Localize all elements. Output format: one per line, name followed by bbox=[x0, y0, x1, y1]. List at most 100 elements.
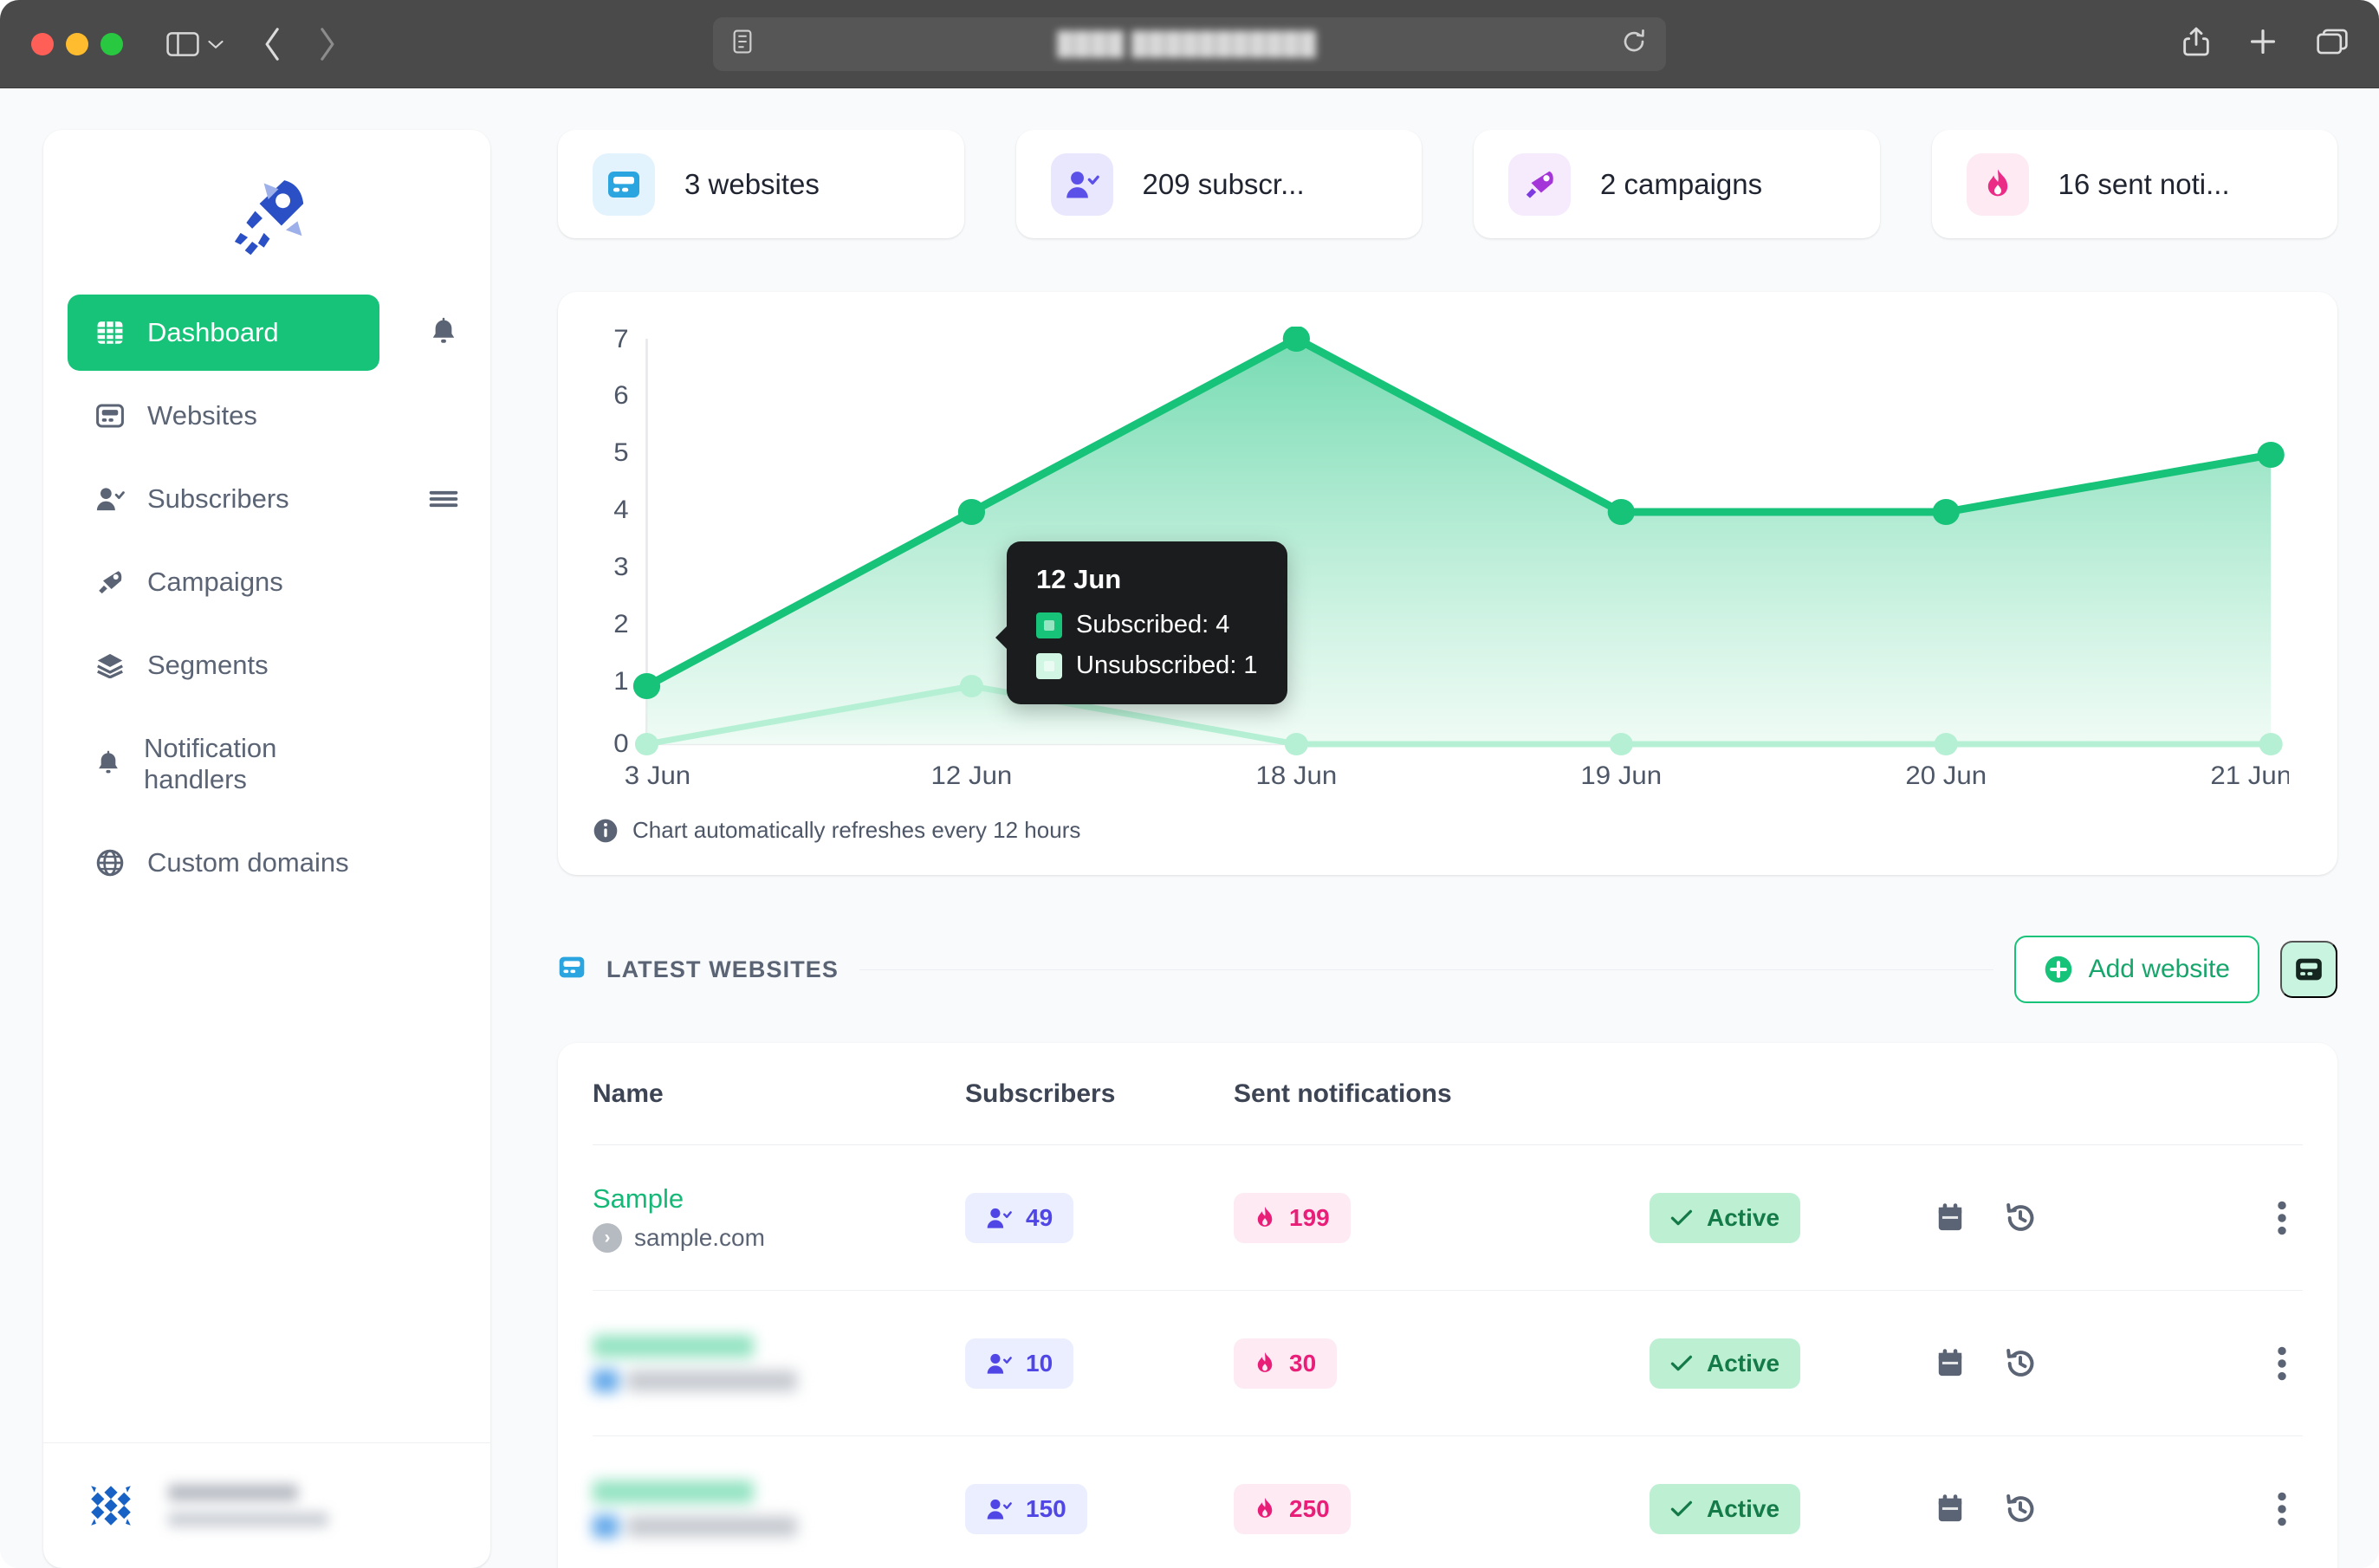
window-traffic-lights bbox=[31, 32, 123, 55]
table-row[interactable]: Sample › sample.com 49 199 Active bbox=[593, 1145, 2303, 1291]
sidebar-item-dashboard[interactable]: Dashboard bbox=[68, 295, 379, 371]
sidebar-row-websites: Websites bbox=[68, 378, 466, 454]
minimize-window-button[interactable] bbox=[66, 32, 88, 55]
website-url-text: sample.com bbox=[634, 1223, 765, 1251]
chevron-left-icon bbox=[265, 27, 279, 61]
stat-card-subscribers[interactable]: 209 subscr... bbox=[1015, 130, 1422, 238]
subscribers-cell: 10 bbox=[965, 1338, 1234, 1389]
forward-button[interactable] bbox=[317, 27, 336, 61]
share-button[interactable] bbox=[2183, 27, 2209, 61]
user-check-icon bbox=[987, 1208, 1012, 1228]
sidebar-row-subscribers: Subscribers bbox=[68, 461, 466, 537]
sent-count: 30 bbox=[1289, 1349, 1317, 1377]
website-name-cell bbox=[593, 1334, 965, 1392]
globe-icon bbox=[95, 848, 125, 878]
websites-view-button[interactable] bbox=[2280, 941, 2337, 998]
website-name-cell: Sample › sample.com bbox=[593, 1183, 965, 1253]
reader-view-icon[interactable] bbox=[732, 29, 753, 58]
subscribers-cell: 150 bbox=[965, 1483, 1234, 1534]
sidebar-row-campaigns: Campaigns bbox=[68, 544, 466, 620]
stat-label: 2 campaigns bbox=[1600, 167, 1763, 200]
tooltip-row-label: Subscribed: 4 bbox=[1076, 611, 1230, 638]
sidebar-item-label: Segments bbox=[147, 650, 269, 680]
sidebar-user-name bbox=[168, 1484, 328, 1527]
stat-card-websites[interactable]: 3 websites bbox=[558, 130, 964, 238]
address-bar[interactable]: ████ ███████████ bbox=[713, 16, 1666, 71]
table-body: Sample › sample.com 49 199 Active 10 30 … bbox=[593, 1145, 2303, 1568]
svg-text:5: 5 bbox=[613, 438, 628, 467]
sidebar-item-campaigns[interactable]: Campaigns bbox=[68, 544, 379, 620]
main-content: 3 websites 209 subscr... 2 campaigns 16 … bbox=[490, 130, 2379, 1568]
close-window-button[interactable] bbox=[31, 32, 54, 55]
tab-overview-button[interactable] bbox=[2317, 29, 2348, 59]
sidebar-item-segments[interactable]: Segments bbox=[68, 627, 379, 703]
add-website-label: Add website bbox=[2088, 955, 2230, 983]
sidebar-item-custom-domains[interactable]: Custom domains bbox=[68, 825, 379, 901]
status-cell: Active bbox=[1650, 1338, 1935, 1389]
more-vertical-icon[interactable] bbox=[2275, 1492, 2289, 1526]
sidebar-item-label: Subscribers bbox=[147, 483, 289, 514]
website-name-link[interactable]: Sample bbox=[593, 1183, 965, 1215]
sidebar-user-card[interactable] bbox=[43, 1442, 490, 1568]
row-actions bbox=[1935, 1348, 2161, 1379]
tooltip-row-unsubscribed: Unsubscribed: 1 bbox=[1036, 651, 1258, 680]
status-label: Active bbox=[1707, 1349, 1780, 1377]
sidebar-row-notification-handlers: Notification handlers bbox=[68, 710, 466, 818]
back-button[interactable] bbox=[263, 27, 282, 61]
more-vertical-icon[interactable] bbox=[2275, 1346, 2289, 1381]
add-website-button[interactable]: Add website bbox=[2013, 936, 2259, 1003]
latest-websites-header: LATEST WEBSITES Add website bbox=[558, 936, 2337, 1003]
table-row[interactable]: 10 30 Active bbox=[593, 1291, 2303, 1436]
sent-cell: 199 bbox=[1234, 1192, 1650, 1243]
maximize-window-button[interactable] bbox=[100, 32, 123, 55]
stat-card-campaigns[interactable]: 2 campaigns bbox=[1474, 130, 1880, 238]
sidebar-item-websites[interactable]: Websites bbox=[68, 378, 379, 454]
calendar-icon[interactable] bbox=[1935, 1202, 1965, 1234]
legend-swatch-unsubscribed bbox=[1036, 652, 1062, 679]
area-chart: 7 6 5 4 3 2 1 0 3 Jun 12 Jun 18 Jun 19 J… bbox=[613, 327, 2289, 790]
svg-text:2: 2 bbox=[613, 610, 628, 638]
subscribers-list-button[interactable] bbox=[425, 480, 463, 518]
calendar-icon[interactable] bbox=[1935, 1493, 1965, 1525]
stat-label: 209 subscr... bbox=[1142, 167, 1305, 200]
sidebar-icon bbox=[166, 31, 199, 56]
calendar-icon[interactable] bbox=[1935, 1348, 1965, 1379]
history-icon[interactable] bbox=[2005, 1202, 2036, 1234]
sent-count: 199 bbox=[1289, 1203, 1330, 1231]
sidebar-item-subscribers[interactable]: Subscribers bbox=[68, 461, 379, 537]
sidebar-item-label: Dashboard bbox=[147, 317, 279, 347]
bell-icon bbox=[432, 317, 455, 343]
status-cell: Active bbox=[1650, 1483, 1935, 1534]
chart-plot-area[interactable]: 7 6 5 4 3 2 1 0 3 Jun 12 Jun 18 Jun 19 J… bbox=[593, 327, 2289, 794]
reload-button[interactable] bbox=[1621, 29, 1647, 59]
new-tab-button[interactable] bbox=[2249, 28, 2277, 60]
x-tick-label: 3 Jun bbox=[625, 761, 690, 790]
more-vertical-icon[interactable] bbox=[2275, 1201, 2289, 1235]
status-cell: Active bbox=[1650, 1192, 1935, 1243]
rocket-icon bbox=[1508, 152, 1571, 216]
websites-table: Name Subscribers Sent notifications Samp… bbox=[558, 1043, 2337, 1568]
row-menu-cell bbox=[2161, 1346, 2303, 1381]
svg-text:3: 3 bbox=[613, 553, 628, 581]
table-row[interactable]: 150 250 Active bbox=[593, 1436, 2303, 1568]
history-icon[interactable] bbox=[2005, 1348, 2036, 1379]
history-icon[interactable] bbox=[2005, 1493, 2036, 1525]
chevron-down-icon bbox=[208, 40, 224, 49]
sidebar-item-notification-handlers[interactable]: Notification handlers bbox=[68, 710, 379, 818]
plus-circle-icon bbox=[2045, 956, 2071, 983]
notifications-bell-button[interactable] bbox=[425, 314, 463, 352]
app-logo[interactable] bbox=[43, 130, 490, 295]
sent-cell: 30 bbox=[1234, 1338, 1650, 1389]
stat-card-sent-notifications[interactable]: 16 sent noti... bbox=[1931, 130, 2337, 238]
rocket-logo-icon bbox=[234, 180, 304, 256]
sidebar-nav: Dashboard Websites Subscribers Campaigns… bbox=[43, 295, 490, 901]
sidebar-toggle-button[interactable] bbox=[166, 31, 224, 57]
avatar bbox=[78, 1473, 144, 1539]
browser-window: ████ ███████████ Dashboard Websites Subs… bbox=[0, 0, 2379, 1568]
plus-icon bbox=[2250, 29, 2276, 55]
browser-icon bbox=[558, 956, 586, 983]
browser-icon bbox=[2296, 958, 2322, 981]
x-tick-label: 21 Jun bbox=[2210, 761, 2289, 790]
user-check-icon bbox=[987, 1499, 1012, 1519]
sidebar-item-label: Notification handlers bbox=[144, 733, 277, 794]
